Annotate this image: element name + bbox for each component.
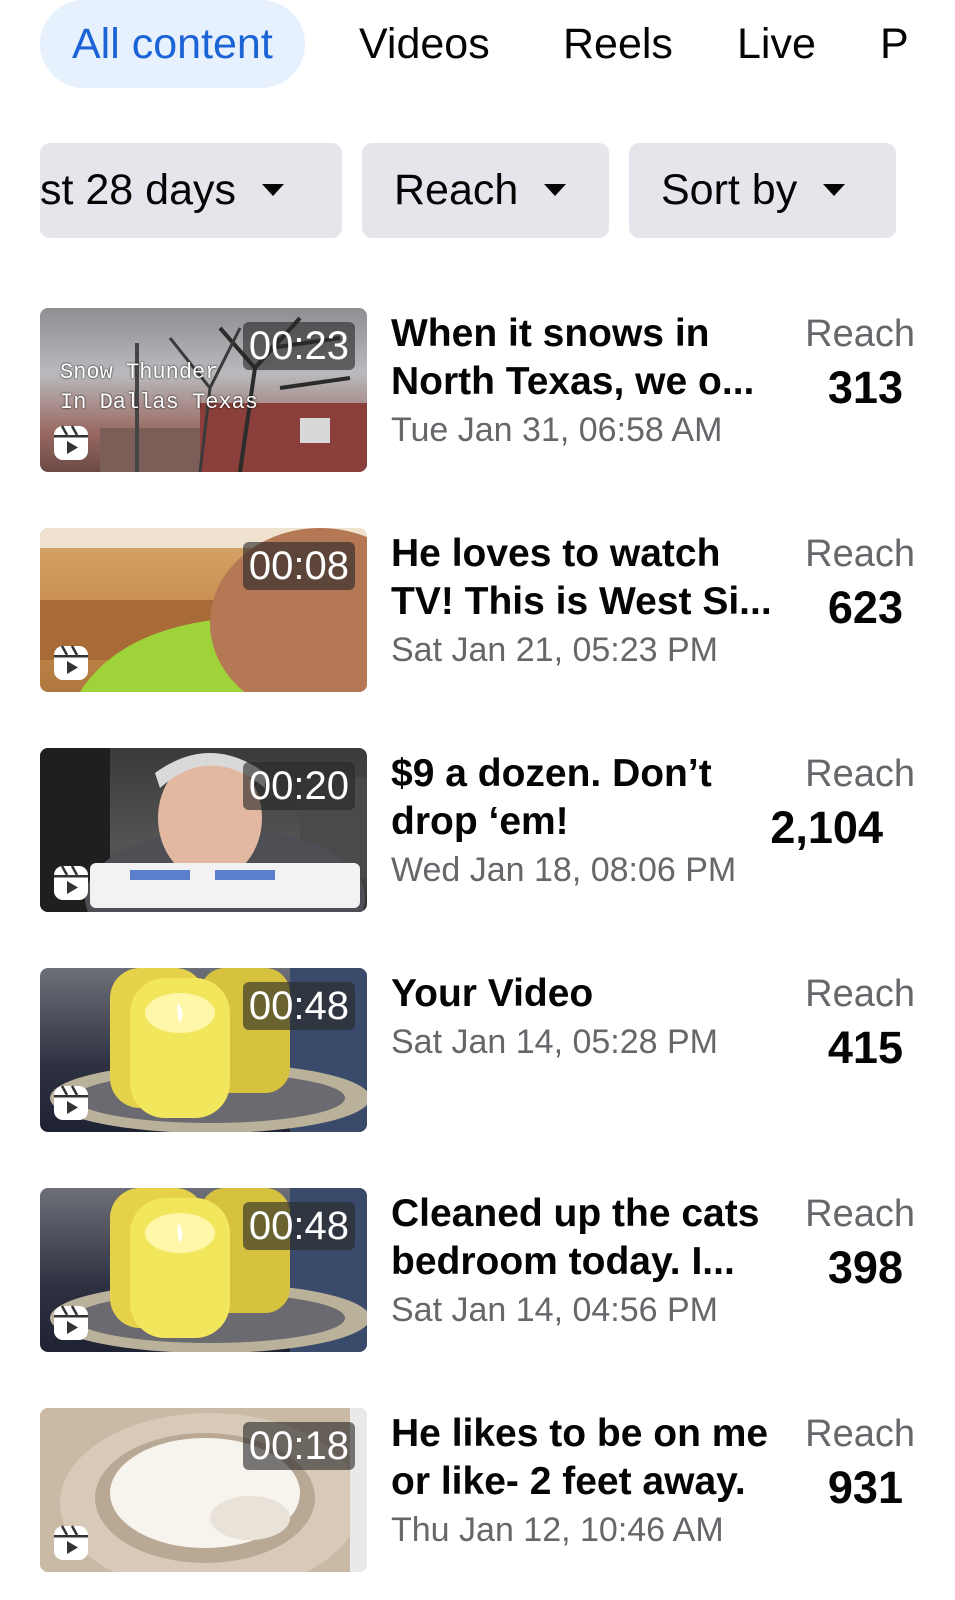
sort-by-filter[interactable]: Sort by: [629, 143, 896, 238]
content-type-tabs: All content Videos Reels Live P: [0, 0, 955, 90]
metric-filter[interactable]: Reach: [362, 143, 609, 238]
item-title-line: North Texas, we o...: [391, 360, 755, 403]
metric-value: 2,104: [770, 802, 883, 853]
metric-label: Reach: [805, 753, 915, 795]
reels-icon: [54, 1085, 88, 1120]
content-row[interactable]: Snow Thunder In Dallas Texas 00:23 When …: [40, 308, 915, 472]
item-title-line: Your Video: [391, 972, 594, 1015]
tab-partial[interactable]: P: [880, 0, 909, 88]
reels-icon: [54, 645, 88, 680]
content-row[interactable]: 00:18 He likes to be on me or like- 2 fe…: [40, 1408, 915, 1572]
item-metric: Reach 2,104: [755, 750, 915, 858]
item-metric: Reach 313: [785, 310, 915, 418]
metric-value: 398: [827, 1242, 903, 1293]
item-title-line: TV! This is West Si...: [391, 580, 772, 623]
video-thumbnail[interactable]: 00:48: [40, 968, 367, 1132]
item-title-line: He loves to watch: [391, 532, 721, 575]
video-thumbnail[interactable]: 00:08: [40, 528, 367, 692]
item-info: He loves to watch TV! This is West Si...…: [391, 530, 791, 672]
content-row[interactable]: 00:08 He loves to watch TV! This is West…: [40, 528, 915, 692]
item-metric: Reach 931: [785, 1410, 915, 1518]
sort-by-label: Sort by: [661, 166, 798, 214]
item-title: Cleaned up the cats bedroom today. I...: [391, 1190, 791, 1286]
item-title-line: drop ‘em!: [391, 800, 569, 843]
item-info: $9 a dozen. Don’t drop ‘em! Wed Jan 18, …: [391, 750, 791, 892]
content-row[interactable]: 00:48 Your Video Sat Jan 14, 05:28 PM Re…: [40, 968, 915, 1132]
item-title: When it snows in North Texas, we o...: [391, 310, 791, 406]
metric-filter-label: Reach: [394, 166, 519, 214]
item-title: He likes to be on me or like- 2 feet awa…: [391, 1410, 791, 1506]
tab-reels[interactable]: Reels: [563, 0, 673, 88]
item-info: He likes to be on me or like- 2 feet awa…: [391, 1410, 791, 1552]
item-title-line: or like- 2 feet away.: [391, 1460, 746, 1503]
metric-label: Reach: [805, 533, 915, 575]
date-range-label: st 28 days: [40, 166, 236, 214]
filter-bar: st 28 days Reach Sort by: [40, 143, 915, 238]
tab-videos[interactable]: Videos: [359, 0, 490, 88]
item-title-line: Cleaned up the cats: [391, 1192, 760, 1235]
video-duration: 00:48: [242, 982, 355, 1030]
item-metric: Reach 398: [785, 1190, 915, 1298]
item-title: Your Video: [391, 970, 791, 1018]
item-info: Cleaned up the cats bedroom today. I... …: [391, 1190, 791, 1332]
item-info: Your Video Sat Jan 14, 05:28 PM: [391, 970, 791, 1064]
reels-icon: [54, 425, 88, 460]
caret-down-icon: [823, 183, 846, 196]
reels-icon: [54, 1305, 88, 1340]
metric-label: Reach: [805, 973, 915, 1015]
item-metric: Reach 415: [785, 970, 915, 1078]
item-title: $9 a dozen. Don’t drop ‘em!: [391, 750, 791, 846]
video-duration: 00:18: [242, 1422, 355, 1470]
item-metric: Reach 623: [785, 530, 915, 638]
metric-value: 931: [827, 1462, 903, 1513]
reels-icon: [54, 1525, 88, 1560]
metric-value: 623: [827, 582, 903, 633]
item-title-line: When it snows in: [391, 312, 710, 355]
item-date: Sat Jan 14, 05:28 PM: [391, 1023, 718, 1061]
thumbnail-caption: Snow Thunder In Dallas Texas: [60, 360, 259, 415]
video-duration: 00:48: [242, 1202, 355, 1250]
content-row[interactable]: 00:48 Cleaned up the cats bedroom today.…: [40, 1188, 915, 1352]
video-thumbnail[interactable]: 00:18: [40, 1408, 367, 1572]
video-thumbnail[interactable]: 00:20: [40, 748, 367, 912]
item-date: Sat Jan 21, 05:23 PM: [391, 631, 718, 669]
video-duration: 00:08: [242, 542, 355, 590]
video-thumbnail[interactable]: 00:48: [40, 1188, 367, 1352]
video-duration: 00:20: [242, 762, 355, 810]
content-row[interactable]: 00:20 $9 a dozen. Don’t drop ‘em! Wed Ja…: [40, 748, 915, 912]
item-title: He loves to watch TV! This is West Si...: [391, 530, 791, 626]
item-title-line: bedroom today. I...: [391, 1240, 735, 1283]
video-thumbnail[interactable]: Snow Thunder In Dallas Texas 00:23: [40, 308, 367, 472]
tab-live[interactable]: Live: [737, 0, 816, 88]
metric-label: Reach: [805, 313, 915, 355]
date-range-filter[interactable]: st 28 days: [40, 143, 342, 238]
reels-icon: [54, 865, 88, 900]
metric-label: Reach: [805, 1193, 915, 1235]
video-duration: 00:23: [242, 322, 355, 370]
caret-down-icon: [262, 183, 284, 196]
metric-value: 415: [827, 1022, 903, 1073]
item-date: Thu Jan 12, 10:46 AM: [391, 1511, 724, 1549]
item-info: When it snows in North Texas, we o... Tu…: [391, 310, 791, 452]
caret-down-icon: [544, 183, 567, 196]
metric-label: Reach: [805, 1413, 915, 1455]
tab-all-content[interactable]: All content: [40, 0, 305, 88]
item-date: Tue Jan 31, 06:58 AM: [391, 411, 723, 449]
item-date: Sat Jan 14, 04:56 PM: [391, 1291, 718, 1329]
item-title-line: $9 a dozen. Don’t: [391, 752, 712, 795]
item-date: Wed Jan 18, 08:06 PM: [391, 851, 737, 889]
metric-value: 313: [827, 362, 903, 413]
item-title-line: He likes to be on me: [391, 1412, 769, 1455]
